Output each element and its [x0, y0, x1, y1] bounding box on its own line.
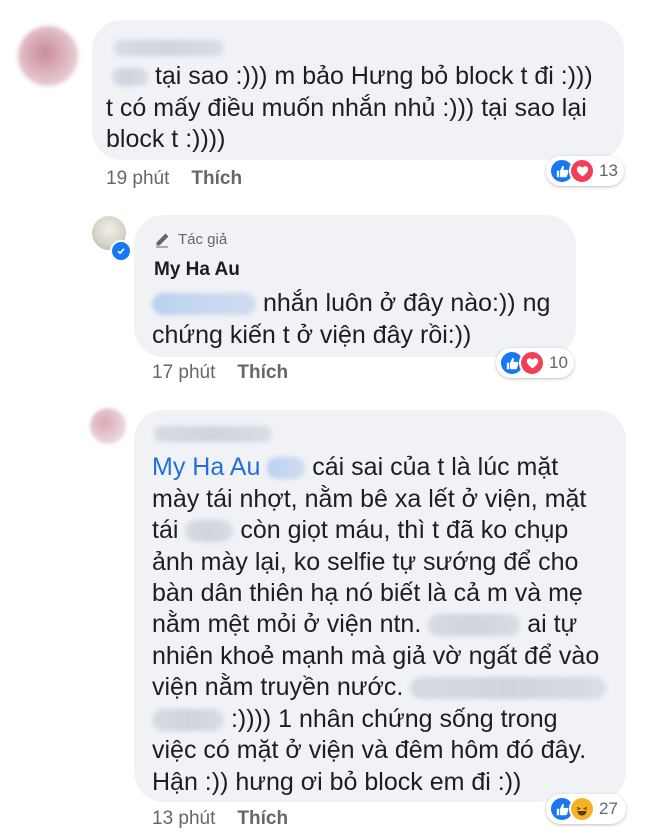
love-icon — [569, 158, 595, 184]
comment-text: :)))) 1 nhân chứng sống trong — [230, 705, 558, 733]
commenter-avatar[interactable] — [18, 26, 78, 86]
comment-time[interactable]: 19 phút — [106, 168, 169, 189]
like-button[interactable]: Thích — [237, 808, 288, 829]
comment-text: nhiên khoẻ mạnh mà giả vờ ngất để vào — [152, 642, 600, 670]
redacted-name — [114, 40, 224, 56]
haha-icon — [569, 796, 595, 822]
redacted-text — [428, 614, 521, 637]
comment-text: ai tự — [527, 610, 578, 638]
author-name[interactable]: My Ha Au — [154, 259, 240, 281]
comment-time[interactable]: 17 phút — [152, 362, 215, 383]
comment-text: ảnh mày lại, ko selfie tự sướng để cho — [152, 548, 579, 576]
comment-text: mày tái nhợt, nằm bê xa lết ở viện, mặt — [152, 485, 587, 513]
reaction-summary[interactable]: 10 — [496, 348, 574, 378]
like-button[interactable]: Thích — [191, 168, 242, 189]
reaction-count: 10 — [549, 353, 568, 372]
redacted-text — [185, 520, 234, 543]
author-badge: Tác giả — [154, 231, 227, 248]
comment-text: còn giọt máu, thì t đã ko chụp — [240, 516, 569, 544]
like-button[interactable]: Thích — [237, 362, 288, 383]
comment-text: viện nằm truyền nước. — [152, 673, 404, 701]
comment-text: tái — [152, 516, 179, 544]
comment-meta: 13 phút Thích — [152, 808, 288, 830]
redacted-mention — [112, 68, 148, 87]
reaction-summary[interactable]: 27 — [546, 794, 626, 824]
comment-text: nhắn luôn ở đây nào:)) ng — [262, 289, 551, 317]
reaction-count: 13 — [599, 161, 618, 180]
comment-meta: 17 phút Thích — [152, 362, 288, 384]
comment-text: Hận :)) hưng ơi bỏ block em đi :)) — [152, 768, 522, 796]
commenter-avatar[interactable] — [90, 408, 126, 444]
comment-text: block t :)))) — [106, 125, 226, 153]
comment-text: t có mấy điều muốn nhắn nhủ :))) tại sao… — [106, 94, 587, 122]
redacted-text — [410, 677, 607, 700]
verified-badge-icon — [110, 240, 132, 262]
comment-text: bàn dân thiên hạ nó biết là cả m và mẹ — [152, 579, 583, 607]
love-icon — [519, 350, 545, 376]
redacted-mention — [152, 293, 256, 316]
redacted-text — [152, 709, 224, 732]
comment-text: việc có mặt ở viện và đêm hôm đó đây. — [152, 736, 587, 764]
comment-text: tại sao :))) m bảo Hưng bỏ block t đi :)… — [154, 62, 593, 90]
comment-time[interactable]: 13 phút — [152, 808, 215, 829]
redacted-name — [154, 426, 272, 442]
comment-text: nằm mệt mỏi ở viện ntn. — [152, 610, 422, 638]
redacted-mention — [267, 457, 306, 480]
reaction-summary[interactable]: 13 — [546, 156, 624, 186]
reaction-count: 27 — [599, 799, 618, 818]
comment-meta: 19 phút Thích — [106, 168, 242, 190]
comment-text: chứng kiến t ở viện đây rồi:)) — [152, 321, 472, 349]
comment-text: cái sai của t là lúc mặt — [312, 453, 559, 481]
mention-link[interactable]: My Ha Au — [152, 453, 260, 481]
pen-icon — [156, 233, 169, 247]
